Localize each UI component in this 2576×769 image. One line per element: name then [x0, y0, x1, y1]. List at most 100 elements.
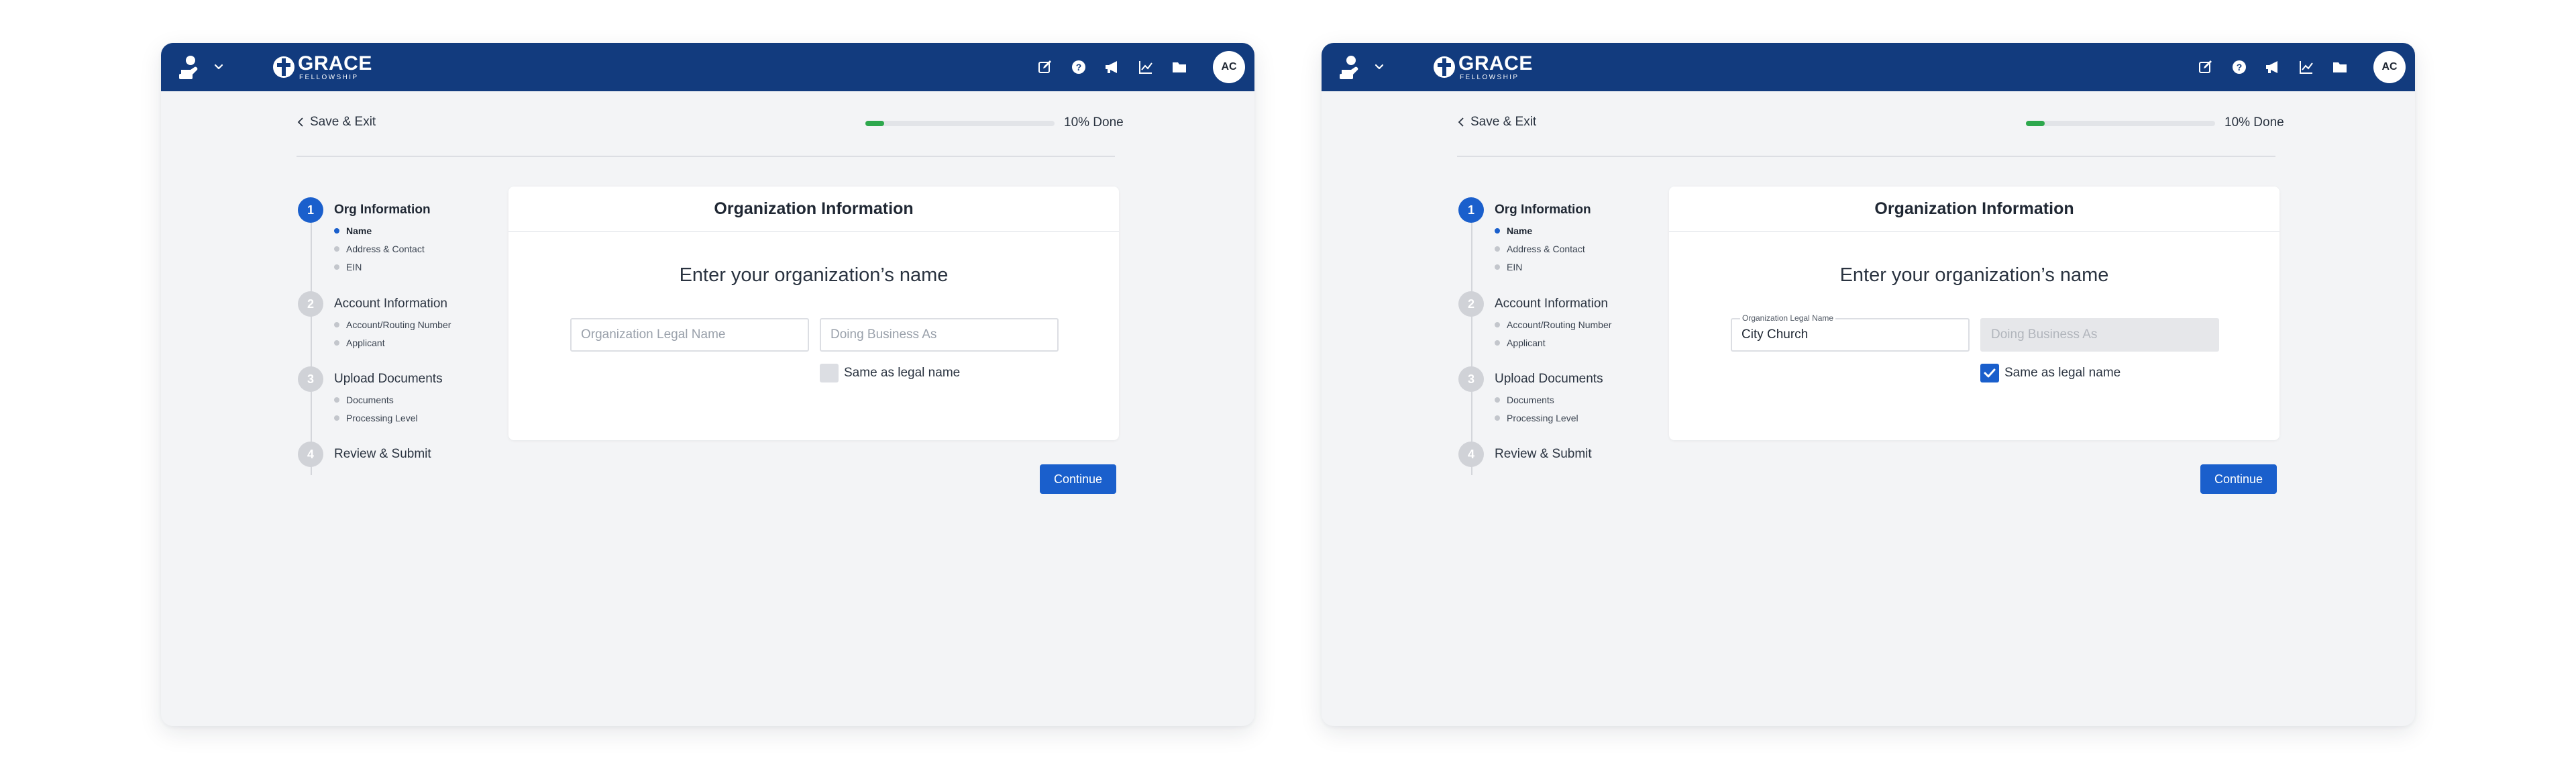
cross-logo-icon	[1434, 56, 1455, 78]
svg-text:?: ?	[1076, 62, 1082, 72]
progress-fill	[2026, 121, 2045, 126]
avatar[interactable]: AC	[1213, 51, 1245, 83]
screen-empty-state: GRACE FELLOWSHIP ? AC Save & Exit 10% Do…	[161, 43, 1254, 726]
org-info-card: Organization Information Enter your orga…	[1669, 187, 2279, 440]
chevron-down-icon[interactable]	[1373, 60, 1386, 74]
legal-name-floating-label: Organization Legal Name	[1740, 313, 1836, 323]
save-exit-label: Save & Exit	[1470, 115, 1537, 129]
substep-processing-level[interactable]: Processing Level	[334, 413, 418, 423]
step-4-circle: 4	[1458, 442, 1484, 467]
chevron-left-icon	[297, 117, 303, 127]
dba-input[interactable]: Doing Business As	[820, 318, 1059, 352]
step-2-title[interactable]: Account Information	[334, 297, 447, 311]
save-exit-link[interactable]: Save & Exit	[297, 114, 376, 130]
step-2-circle: 2	[298, 291, 323, 317]
logo-subtitle: FELLOWSHIP	[1460, 74, 1519, 81]
logo-subtitle: FELLOWSHIP	[299, 74, 359, 81]
top-navigation-bar: GRACE FELLOWSHIP ? AC	[161, 43, 1254, 91]
legal-name-input[interactable]: Organization Legal Name City Church	[1731, 313, 1970, 352]
avatar[interactable]: AC	[2373, 51, 2406, 83]
same-as-label[interactable]: Same as legal name	[844, 366, 960, 380]
card-prompt: Enter your organization’s name	[1839, 264, 2109, 286]
substep-label: Processing Level	[346, 413, 418, 423]
chart-icon[interactable]	[1138, 59, 1154, 75]
chart-icon[interactable]	[2298, 59, 2314, 75]
step-3-title[interactable]: Upload Documents	[334, 372, 443, 387]
screen-filled-state: GRACE FELLOWSHIP ? AC Save & Exit 10% Do…	[1322, 43, 2415, 726]
progress-bar	[865, 121, 1055, 126]
step-1-circle: 1	[1458, 197, 1484, 223]
step-1-circle: 1	[298, 197, 323, 223]
cross-logo-icon	[273, 56, 294, 78]
card-title: Organization Information	[1669, 187, 2279, 232]
substep-label: Documents	[1507, 395, 1554, 405]
substep-label: Account/Routing Number	[346, 319, 451, 330]
substep-name[interactable]: Name	[334, 225, 372, 236]
megaphone-icon[interactable]	[1104, 59, 1120, 75]
legal-name-input[interactable]: Organization Legal Name	[570, 318, 809, 352]
megaphone-icon[interactable]	[2265, 59, 2281, 75]
step-2-circle: 2	[1458, 291, 1484, 317]
substep-documents[interactable]: Documents	[334, 395, 394, 405]
same-as-checkbox[interactable]	[820, 364, 839, 382]
save-exit-label: Save & Exit	[310, 115, 376, 129]
chevron-down-icon[interactable]	[212, 60, 225, 74]
hand-person-icon[interactable]	[1338, 54, 1364, 81]
substep-applicant[interactable]: Applicant	[334, 338, 385, 348]
hand-person-icon[interactable]	[177, 54, 204, 81]
edit-icon[interactable]	[2198, 59, 2214, 75]
same-as-label[interactable]: Same as legal name	[2004, 366, 2121, 380]
edit-icon[interactable]	[1037, 59, 1053, 75]
substep-label: Name	[346, 225, 372, 236]
step-1-title[interactable]: Org Information	[334, 203, 431, 217]
substep-processing-level[interactable]: Processing Level	[1495, 413, 1578, 423]
substep-account-routing[interactable]: Account/Routing Number	[334, 319, 451, 330]
card-title: Organization Information	[508, 187, 1119, 232]
substep-address-contact[interactable]: Address & Contact	[1495, 244, 1585, 254]
substep-documents[interactable]: Documents	[1495, 395, 1554, 405]
substep-label: Address & Contact	[346, 244, 425, 254]
substep-ein[interactable]: EIN	[1495, 262, 1522, 272]
logo[interactable]: GRACE FELLOWSHIP	[272, 52, 372, 82]
card-prompt: Enter your organization’s name	[679, 264, 949, 286]
step-1-title[interactable]: Org Information	[1495, 203, 1591, 217]
substep-label: EIN	[346, 262, 362, 272]
step-3-circle: 3	[298, 366, 323, 392]
checkmark-icon	[1984, 368, 1996, 378]
step-2-title[interactable]: Account Information	[1495, 297, 1608, 311]
substep-name[interactable]: Name	[1495, 225, 1532, 236]
substep-label: Documents	[346, 395, 394, 405]
substep-label: Applicant	[1507, 338, 1546, 348]
stepper-line	[311, 211, 312, 475]
substep-account-routing[interactable]: Account/Routing Number	[1495, 319, 1611, 330]
folder-icon[interactable]	[2332, 59, 2348, 75]
org-info-card: Organization Information Enter your orga…	[508, 187, 1119, 440]
help-icon[interactable]: ?	[2231, 59, 2247, 75]
substep-label: Applicant	[346, 338, 385, 348]
substep-label: EIN	[1507, 262, 1523, 272]
continue-button[interactable]: Continue	[1040, 464, 1116, 494]
progress-bar	[2026, 121, 2215, 126]
step-4-title[interactable]: Review & Submit	[1495, 447, 1592, 462]
substep-ein[interactable]: EIN	[334, 262, 362, 272]
folder-icon[interactable]	[1171, 59, 1187, 75]
stepper-line	[1471, 211, 1472, 475]
substep-label: Name	[1507, 225, 1533, 236]
continue-button[interactable]: Continue	[2200, 464, 2277, 494]
dba-input-disabled[interactable]: Doing Business As	[1980, 318, 2219, 352]
help-icon[interactable]: ?	[1071, 59, 1087, 75]
step-3-title[interactable]: Upload Documents	[1495, 372, 1603, 387]
substep-label: Processing Level	[1507, 413, 1578, 423]
substep-address-contact[interactable]: Address & Contact	[334, 244, 425, 254]
logo[interactable]: GRACE FELLOWSHIP	[1433, 52, 1532, 82]
save-exit-link[interactable]: Save & Exit	[1457, 114, 1536, 130]
divider	[297, 156, 1115, 157]
substep-label: Account/Routing Number	[1507, 319, 1612, 330]
same-as-checkbox-checked[interactable]	[1980, 364, 1999, 382]
divider	[1457, 156, 2275, 157]
step-4-title[interactable]: Review & Submit	[334, 447, 431, 462]
step-4-circle: 4	[298, 442, 323, 467]
step-3-circle: 3	[1458, 366, 1484, 392]
logo-name: GRACE	[298, 52, 372, 74]
substep-applicant[interactable]: Applicant	[1495, 338, 1546, 348]
